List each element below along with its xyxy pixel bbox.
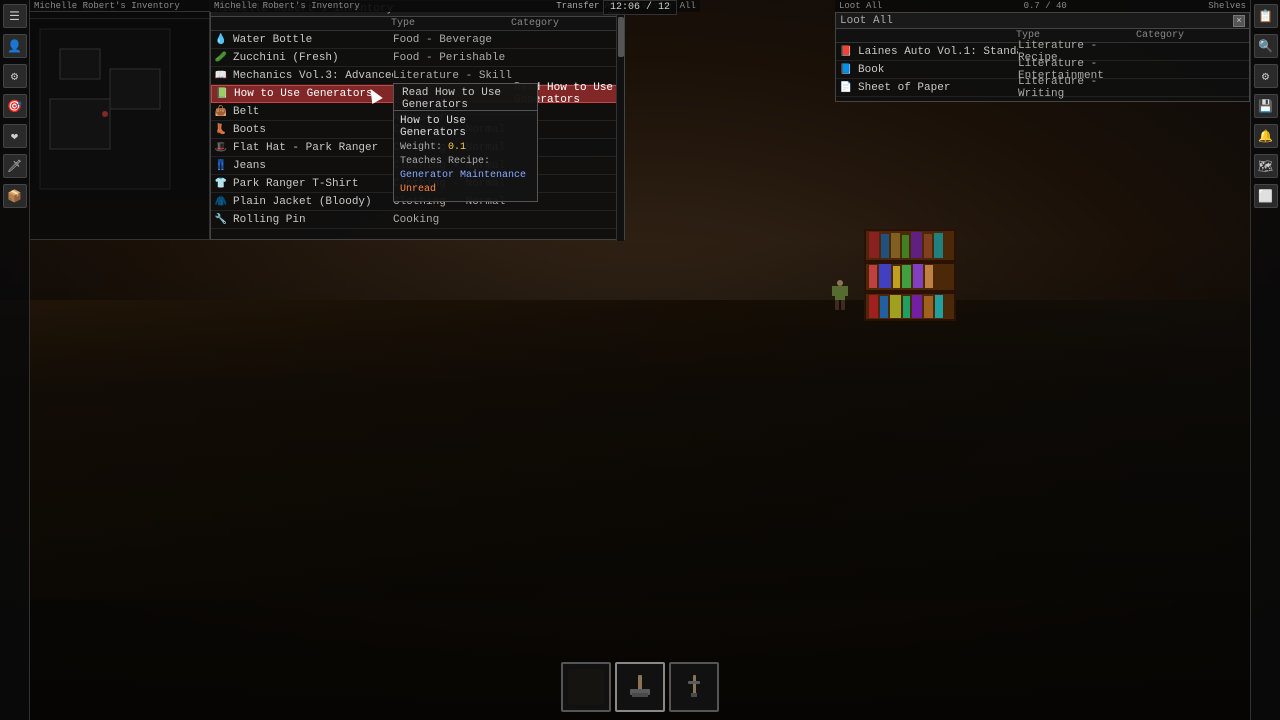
item-name-7: Jeans [233, 160, 393, 172]
scroll-thumb[interactable] [618, 17, 624, 57]
sidebar-icon-square[interactable]: ⬜ [1254, 184, 1278, 208]
item-icon-0: 💧 [213, 32, 229, 48]
loot-name-0: Laines Auto Vol.1: Standard Models [858, 46, 1018, 58]
inventory-item-9[interactable]: 🧥 Plain Jacket (Bloody) Clothing - Norma… [211, 193, 624, 211]
hotbar-item-1 [622, 669, 658, 705]
hotbar-slot-0[interactable] [561, 662, 611, 712]
loot-close-btn[interactable]: × [1233, 15, 1245, 27]
hotbar [561, 662, 719, 712]
top-bar-right: Loot All 0.7 / 40 Shelves [835, 0, 1250, 12]
item-name-5: Boots [233, 124, 393, 136]
context-item-read[interactable]: Read How to Use Generators [394, 84, 537, 114]
item-name-2: Mechanics Vol.3: Advanced [233, 70, 393, 82]
inventory-panel-title: Michelle Robert's Inventory [214, 1, 360, 11]
inventory-item-1[interactable]: 🥒 Zucchini (Fresh) Food - Perishable [211, 49, 624, 67]
minimap-panel: Michelle Robert [30, 0, 210, 240]
loot-all-label: Loot All [839, 1, 882, 11]
item-name-8: Park Ranger T-Shirt [233, 178, 393, 190]
inventory-item-5[interactable]: 👢 Boots Clothing - Normal [211, 121, 624, 139]
inventory-col-headers: Type Category [211, 17, 624, 31]
inventory-item-7[interactable]: 👖 Jeans Clothing - Normal [211, 157, 624, 175]
item-icon-3: 📗 [214, 86, 230, 102]
col-type-header: Type [391, 18, 511, 29]
item-icon-9: 🧥 [213, 194, 229, 210]
bookshelf-scene [855, 220, 985, 354]
sidebar-icon-health[interactable]: ❤ [3, 124, 27, 148]
item-type-0: Food - Beverage [393, 34, 513, 46]
item-icon-4: 👜 [213, 104, 229, 120]
sidebar-icon-character[interactable]: 👤 [3, 34, 27, 58]
shelves-label: Shelves [1208, 1, 1246, 11]
inventory-title: Michelle Robert's Inventory [34, 1, 180, 11]
player-character [830, 280, 850, 314]
item-name-3: How to Use Generators [234, 88, 394, 100]
item-name-9: Plain Jacket (Bloody) [233, 196, 393, 208]
item-icon-8: 👕 [213, 176, 229, 192]
loot-col-cat: Category [1136, 30, 1249, 41]
item-icon-1: 🥒 [213, 50, 229, 66]
inventory-item-6[interactable]: 🎩 Flat Hat - Park Ranger Clothing - Norm… [211, 139, 624, 157]
sidebar-icon-save[interactable]: 💾 [1254, 94, 1278, 118]
context-menu: Read How to Use Generators [393, 83, 538, 115]
inventory-item-8[interactable]: 👕 Park Ranger T-Shirt Clothing - Normal [211, 175, 624, 193]
item-type-10: Cooking [393, 214, 513, 226]
sidebar-icon-weapon[interactable]: 🗡 [3, 154, 27, 178]
coords-display: 0.7 / 40 [1024, 1, 1067, 11]
loot-panel-title: Loot All [840, 15, 1231, 27]
item-name-0: Water Bottle [233, 34, 393, 46]
sidebar-icon-alert[interactable]: 🔔 [1254, 124, 1278, 148]
loot-icon-1: 📘 [838, 62, 854, 78]
lower-background [0, 240, 1280, 720]
clock-time: 12:06 / 12 [610, 2, 670, 13]
loot-item-2[interactable]: 📄 Sheet of Paper Literature - Writing [836, 79, 1249, 97]
item-name-6: Flat Hat - Park Ranger [233, 142, 393, 154]
right-sidebar: 📋 🔍 ⚙ 💾 🔔 🗺 ⬜ [1250, 0, 1280, 720]
sidebar-icon-settings[interactable]: ⚙ [3, 64, 27, 88]
item-icon-7: 👖 [213, 158, 229, 174]
loot-icon-0: 📕 [838, 44, 854, 60]
item-name-1: Zucchini (Fresh) [233, 52, 393, 64]
sidebar-icon-notes[interactable]: 📋 [1254, 4, 1278, 28]
hotbar-slot-2[interactable] [669, 662, 719, 712]
loot-name-2: Sheet of Paper [858, 82, 1018, 94]
item-icon-2: 📖 [213, 68, 229, 84]
hotbar-slot-1[interactable] [615, 662, 665, 712]
item-icon-5: 👢 [213, 122, 229, 138]
item-type-2: Literature - Skill [393, 70, 513, 82]
sidebar-icon-inventory[interactable]: 📦 [3, 184, 27, 208]
sidebar-icon-search[interactable]: 🔍 [1254, 34, 1278, 58]
item-type-6: Clothing - Normal [393, 142, 513, 154]
item-icon-10: 🔧 [213, 212, 229, 228]
col-category-header: Category [511, 18, 624, 29]
left-sidebar: ☰ 👤 ⚙ 🎯 ❤ 🗡 📦 [0, 0, 30, 720]
sidebar-icon-map[interactable]: 🗺 [1254, 154, 1278, 178]
clock-display: 12:06 / 12 [603, 0, 677, 15]
item-type-1: Food - Perishable [393, 52, 513, 64]
item-type-9: Clothing - Normal [393, 196, 513, 208]
loot-type-2: Literature - Writing [1018, 76, 1138, 100]
loot-panel: Loot All × Type Category 📕 Laines Auto V… [835, 12, 1250, 102]
sidebar-icon-menu[interactable]: ☰ [3, 4, 27, 28]
hotbar-item-empty [568, 669, 604, 705]
inventory-item-0[interactable]: 💧 Water Bottle Food - Beverage [211, 31, 624, 49]
top-bar-left: Michelle Robert's Inventory [30, 0, 210, 12]
item-type-7: Clothing - Normal [393, 160, 513, 172]
inventory-scrollbar[interactable] [616, 15, 624, 241]
loot-icon-2: 📄 [838, 80, 854, 96]
item-name-10: Rolling Pin [233, 214, 393, 226]
loot-panel-header: Loot All × [836, 13, 1249, 29]
loot-name-1: Book [858, 64, 1018, 76]
item-type-8: Clothing - Normal [393, 178, 513, 190]
sidebar-icon-target[interactable]: 🎯 [3, 94, 27, 118]
inventory-panel: Michelle Robert's Inventory × Type Categ… [210, 0, 625, 240]
sidebar-icon-gear[interactable]: ⚙ [1254, 64, 1278, 88]
item-name-4: Belt [233, 106, 393, 118]
inventory-item-10[interactable]: 🔧 Rolling Pin Cooking [211, 211, 624, 229]
top-bar-mid: Michelle Robert's Inventory Transfer All [210, 0, 625, 12]
hotbar-item-2 [676, 669, 712, 705]
item-type-5: Clothing - Normal [393, 124, 513, 136]
item-icon-6: 🎩 [213, 140, 229, 156]
